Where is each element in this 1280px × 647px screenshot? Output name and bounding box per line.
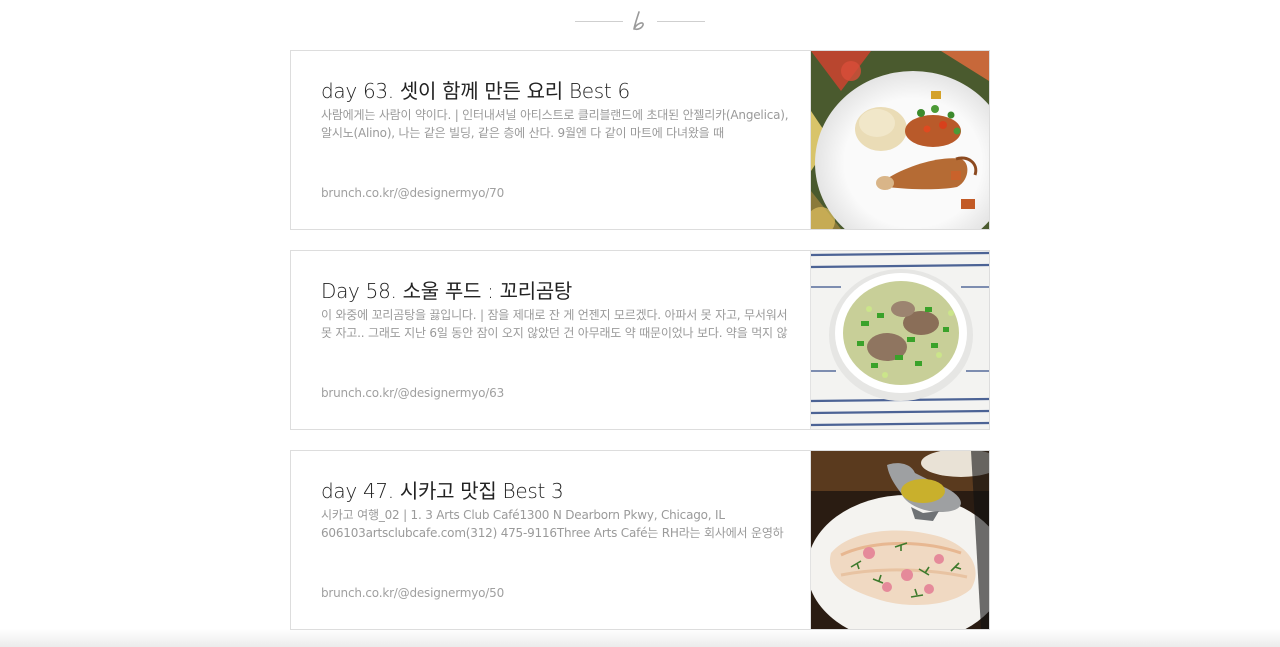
post-description: 사람에게는 사람이 약이다. | 인터내셔널 아티스트로 클리블랜드에 초대된 … — [321, 108, 789, 140]
post-title[interactable]: day 47. 시카고 맛집 Best 3 — [321, 477, 790, 505]
bottom-fade — [0, 629, 1280, 647]
post-card[interactable]: Day 58. 소울 푸드 : 꼬리곰탕 이 와중에 꼬리곰탕을 끓입니다. |… — [290, 250, 990, 430]
post-thumbnail-oxtail-soup[interactable] — [810, 251, 989, 429]
post-title[interactable]: Day 58. 소울 푸드 : 꼬리곰탕 — [321, 277, 790, 305]
post-url[interactable]: brunch.co.kr/@designermyo/70 — [321, 186, 504, 200]
post-description: 시카고 여행_02 | 1. 3 Arts Club Café1300 N De… — [321, 508, 784, 540]
post-text-area[interactable]: day 47. 시카고 맛집 Best 3 시카고 여행_02 | 1. 3 A… — [291, 451, 810, 629]
post-card[interactable]: day 63. 셋이 함께 만든 요리 Best 6 사람에게는 사람이 약이다… — [290, 50, 990, 230]
post-text-area[interactable]: Day 58. 소울 푸드 : 꼬리곰탕 이 와중에 꼬리곰탕을 끓입니다. |… — [291, 251, 810, 429]
post-url[interactable]: brunch.co.kr/@designermyo/50 — [321, 586, 504, 600]
post-thumbnail-fish-dish[interactable] — [810, 451, 989, 629]
divider-line-right — [657, 20, 705, 22]
post-url[interactable]: brunch.co.kr/@designermyo/63 — [321, 386, 504, 400]
divider-line-left — [575, 20, 623, 22]
post-text-area[interactable]: day 63. 셋이 함께 만든 요리 Best 6 사람에게는 사람이 약이다… — [291, 51, 810, 229]
post-title[interactable]: day 63. 셋이 함께 만든 요리 Best 6 — [321, 77, 790, 105]
section-divider — [0, 8, 1280, 34]
post-card[interactable]: day 47. 시카고 맛집 Best 3 시카고 여행_02 | 1. 3 A… — [290, 450, 990, 630]
post-thumbnail-chicken-plate[interactable] — [810, 51, 989, 229]
page: day 63. 셋이 함께 만든 요리 Best 6 사람에게는 사람이 약이다… — [0, 0, 1280, 647]
brunch-logo-icon[interactable] — [623, 8, 657, 34]
post-description: 이 와중에 꼬리곰탕을 끓입니다. | 잠을 제대로 잔 게 언젠지 모르겠다.… — [321, 308, 788, 340]
